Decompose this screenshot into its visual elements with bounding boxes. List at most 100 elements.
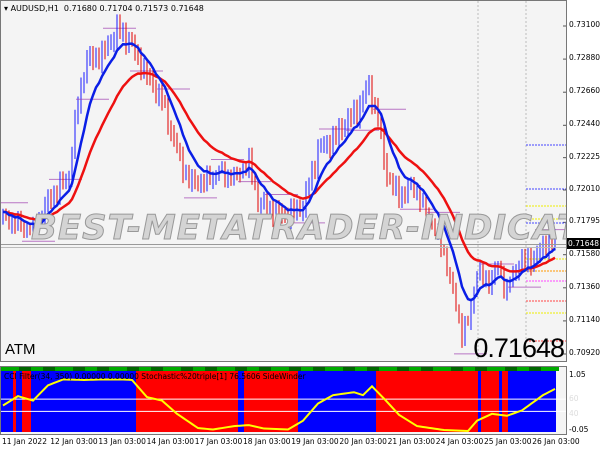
level-lower: 40 xyxy=(569,409,579,418)
level-top: 1.05 xyxy=(569,370,586,379)
candle-plot xyxy=(1,1,566,361)
price-tick: 0.73100 xyxy=(569,20,600,29)
trend-strip-cell xyxy=(277,367,283,371)
trend-strip-cell xyxy=(457,367,463,371)
trend-strip-cell xyxy=(13,367,19,371)
price-tick: 0.72440 xyxy=(569,119,600,129)
trend-strip-cell xyxy=(511,367,517,371)
trend-strip-cell xyxy=(151,367,157,371)
price-tick: 0.70920 xyxy=(569,348,600,357)
time-tick: 18 Jan 03:00 xyxy=(243,437,291,446)
trend-strip-cell xyxy=(175,367,181,371)
trend-strip-cell xyxy=(535,367,541,371)
trend-strip-cell xyxy=(307,367,313,371)
watermark: BEST-METATRADER-INDICATORS.COM xyxy=(30,208,566,249)
trend-strip-cell xyxy=(181,367,187,371)
trend-strip-cell xyxy=(133,367,139,371)
trend-strip-cell xyxy=(547,367,553,371)
regime-block-down xyxy=(481,371,499,432)
trend-strip-cell xyxy=(415,367,421,371)
trend-strip-cell xyxy=(493,367,499,371)
trend-strip-cell xyxy=(433,367,439,371)
trend-strip-cell xyxy=(445,367,451,371)
price-tick: 0.72880 xyxy=(569,53,600,63)
trend-strip-cell xyxy=(85,367,91,371)
fast-ma-line xyxy=(2,42,556,302)
price-tick: 0.71580 xyxy=(569,248,600,258)
trend-strip-cell xyxy=(253,367,259,371)
trend-strip-cell xyxy=(25,367,31,371)
close-value: 0.71648 xyxy=(170,4,204,13)
trend-strip-cell xyxy=(505,367,511,371)
trend-strip-cell xyxy=(349,367,355,371)
trend-strip-cell xyxy=(241,367,247,371)
atm-label: ATM xyxy=(5,341,36,358)
trend-strip-cell xyxy=(121,367,127,371)
trend-strip-cell xyxy=(475,367,481,371)
trend-strip-cell xyxy=(19,367,25,371)
trend-strip-cell xyxy=(205,367,211,371)
trend-strip-cell xyxy=(103,367,109,371)
trend-strip-cell xyxy=(211,367,217,371)
trend-strip-cell xyxy=(73,367,79,371)
price-chart[interactable]: BEST-METATRADER-INDICATORS.COM ▾ AUDUSD,… xyxy=(0,0,567,362)
trend-strip-cell xyxy=(247,367,253,371)
trend-strip-cell xyxy=(541,367,547,371)
trend-strip-cell xyxy=(427,367,433,371)
trend-strip-cell xyxy=(61,367,67,371)
trend-strip-cell xyxy=(523,367,529,371)
time-tick: 25 Jan 03:00 xyxy=(484,437,532,446)
symbol-label: AUDUSD,H1 xyxy=(10,4,59,13)
trend-strip-cell xyxy=(487,367,493,371)
trend-strip-cell xyxy=(31,367,37,371)
indicator-pane[interactable]: CCI Filter(34, 350) 0.00000 0.00000 Stoc… xyxy=(0,366,567,435)
level-upper: 60 xyxy=(569,394,579,403)
trend-strip-cell xyxy=(109,367,115,371)
time-tick: 26 Jan 03:00 xyxy=(532,437,580,446)
current-price-tag: 0.71648 xyxy=(567,238,600,249)
trend-strip-cell xyxy=(295,367,301,371)
trend-strip-cell xyxy=(361,367,367,371)
regime-block-up xyxy=(508,371,556,432)
trend-strip-cell xyxy=(55,367,61,371)
price-tick: 0.71360 xyxy=(569,281,600,291)
time-tick: 20 Jan 03:00 xyxy=(339,437,387,446)
time-tick: 13 Jan 03:00 xyxy=(98,437,146,446)
trend-strip-cell xyxy=(355,367,361,371)
trend-strip-cell xyxy=(139,367,145,371)
price-tick: 0.72010 xyxy=(569,184,600,193)
trend-strip-cell xyxy=(223,367,229,371)
trend-strip-cell xyxy=(553,367,559,371)
trend-strip-cell xyxy=(7,367,13,371)
regime-block-down xyxy=(502,371,508,432)
trend-strip-cell xyxy=(325,367,331,371)
trend-strip-cell xyxy=(391,367,397,371)
trend-strip-cell xyxy=(403,367,409,371)
high-value: 0.71704 xyxy=(99,4,133,13)
trend-strip-cell xyxy=(49,367,55,371)
trend-strip-cell xyxy=(289,367,295,371)
time-tick: 24 Jan 03:00 xyxy=(435,437,484,446)
price-tick: 0.72225 xyxy=(569,151,600,161)
trend-strip-cell xyxy=(385,367,391,371)
trend-strip-cell xyxy=(499,367,505,371)
symbol-header: ▾ AUDUSD,H1 0.71680 0.71704 0.71573 0.71… xyxy=(4,4,204,13)
low-value: 0.71573 xyxy=(135,4,169,13)
trend-strip-cell xyxy=(97,367,103,371)
price-tick: 0.71795 xyxy=(569,216,600,226)
indicator-caption: CCI Filter(34, 350) 0.00000 0.00000 Stoc… xyxy=(4,372,306,381)
time-tick: 12 Jan 03:00 xyxy=(50,437,98,446)
trend-strip-cell xyxy=(271,367,277,371)
trend-strip-cell xyxy=(229,367,235,371)
trend-strip-cell xyxy=(373,367,379,371)
trend-strip-cell xyxy=(343,367,349,371)
trend-strip-cell xyxy=(469,367,475,371)
trend-strip-cell xyxy=(421,367,427,371)
time-tick: 21 Jan 03:00 xyxy=(387,437,436,446)
trend-strip-cell xyxy=(337,367,343,371)
trend-strip-cell xyxy=(367,367,373,371)
price-tick: 0.72660 xyxy=(569,86,600,96)
trend-strip-cell xyxy=(43,367,49,371)
collapse-triangle-icon[interactable]: ▾ xyxy=(4,4,8,13)
trend-strip-cell xyxy=(157,367,163,371)
